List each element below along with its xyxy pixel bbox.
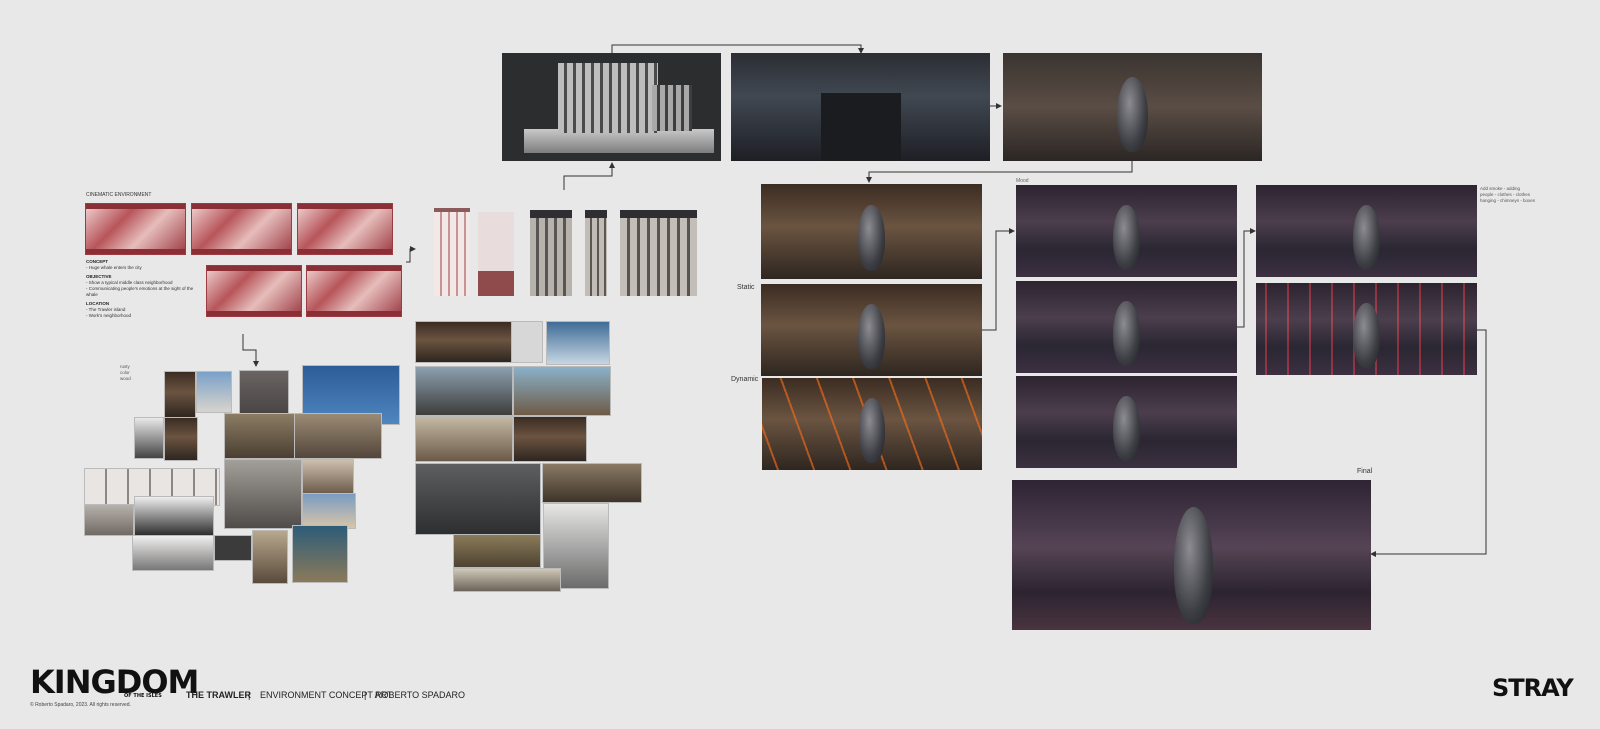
facade-5	[620, 210, 697, 296]
arrow-storyboard-to-collage	[242, 334, 259, 367]
model-building	[558, 63, 658, 133]
ref-tile	[542, 463, 642, 503]
ref-tile	[453, 568, 561, 592]
ref-tile-lighthouse	[196, 371, 232, 413]
ref-tile	[453, 534, 541, 568]
final-label: Final	[1357, 468, 1373, 475]
ref-tile	[224, 459, 302, 529]
arrow-model-to-render	[611, 44, 864, 54]
ref-tile	[84, 504, 134, 536]
facade-studies	[430, 196, 700, 296]
mood-frame-2	[1016, 281, 1237, 373]
author: ROBERTO SPADARO	[375, 690, 466, 700]
arrow-mood-to-paint	[1236, 228, 1256, 328]
whale	[858, 204, 885, 272]
ref-tile	[252, 530, 288, 584]
whale	[1113, 205, 1140, 270]
ref-tile	[134, 417, 164, 459]
dynamic-label: Dynamic	[731, 376, 759, 383]
ref-tile	[302, 493, 356, 529]
model-wing	[652, 85, 692, 131]
storyboard-frame-2	[191, 203, 292, 255]
arrow-facades-to-model	[563, 162, 615, 190]
facade-4	[585, 210, 607, 296]
comp-frame-static	[761, 284, 982, 376]
reference-collage-left	[84, 365, 400, 597]
facade-3	[530, 210, 572, 296]
category: ENVIRONMENT CONCEPT ART	[260, 690, 393, 700]
whale	[1173, 507, 1214, 624]
studio-logo: STRAY	[1492, 674, 1574, 702]
mood-frame-1	[1016, 185, 1237, 277]
brand-subtitle: OF THE ISLES	[124, 693, 162, 699]
objective-line-2: - Communicating people's emotions at the…	[86, 286, 194, 297]
mood-label: Mood	[1016, 178, 1029, 184]
canal	[821, 93, 901, 161]
blockout-render	[731, 53, 990, 161]
arrow-storyboard-to-facades	[406, 246, 416, 263]
redline-frame	[1256, 283, 1477, 375]
ref-tile	[513, 416, 587, 462]
brief-notes: CONCEPT - Huge whale enters the city OBJ…	[86, 259, 204, 319]
ref-tile	[513, 366, 611, 416]
ref-tile	[415, 366, 513, 416]
ref-tile	[415, 321, 513, 363]
comp-frame-dynamic	[762, 378, 982, 470]
ref-tile	[511, 321, 543, 363]
ref-tile	[134, 496, 214, 536]
ref-tile	[164, 417, 198, 461]
paint-frame	[1256, 185, 1477, 277]
paintover-render	[1003, 53, 1262, 161]
static-label: Static	[737, 284, 755, 291]
ref-tile	[302, 459, 354, 495]
whale	[858, 398, 886, 463]
facade-2	[478, 212, 514, 296]
ref-tile	[164, 371, 196, 418]
final-image	[1012, 480, 1371, 630]
arrow-static-to-mood	[982, 228, 1015, 331]
reference-collage-right	[413, 320, 643, 592]
separator-1: |	[248, 690, 251, 700]
copyright: © Roberto Spadaro, 2023. All rights rese…	[30, 702, 131, 708]
storyboard-frame-1	[85, 203, 186, 255]
ref-tile	[224, 413, 296, 459]
facade-1	[434, 208, 470, 296]
whale	[1353, 303, 1380, 368]
whale	[1116, 76, 1149, 153]
ref-tile	[415, 416, 513, 462]
whale	[1353, 205, 1380, 270]
whale	[858, 304, 885, 369]
brand-logo: KINGDOM	[30, 663, 199, 701]
mood-frame-3	[1016, 376, 1237, 468]
ref-tile	[132, 535, 214, 571]
storyboard-frame-5	[306, 265, 402, 317]
ref-tile	[214, 535, 252, 561]
project-title: THE TRAWLER	[186, 690, 251, 700]
whale	[1113, 301, 1140, 366]
storyboard-frame-4	[206, 265, 302, 317]
arrow-paint-to-comps	[866, 160, 1133, 183]
comp-frame-1	[761, 184, 982, 279]
ref-tile	[546, 321, 610, 365]
ref-tile	[292, 525, 348, 583]
notes-header: CINEMATIC ENVIRONMENT	[86, 192, 152, 198]
paint-side-note: Add smoke - adding people - clothes - cl…	[1480, 186, 1536, 203]
storyboard-frame-3	[297, 203, 393, 255]
ref-tile	[415, 463, 541, 535]
ref-tile	[294, 413, 382, 459]
3d-model-render	[502, 53, 721, 161]
location-line-2: - Work's neighborhood	[86, 313, 132, 318]
whale	[1113, 396, 1140, 461]
separator-2: |	[364, 690, 367, 700]
